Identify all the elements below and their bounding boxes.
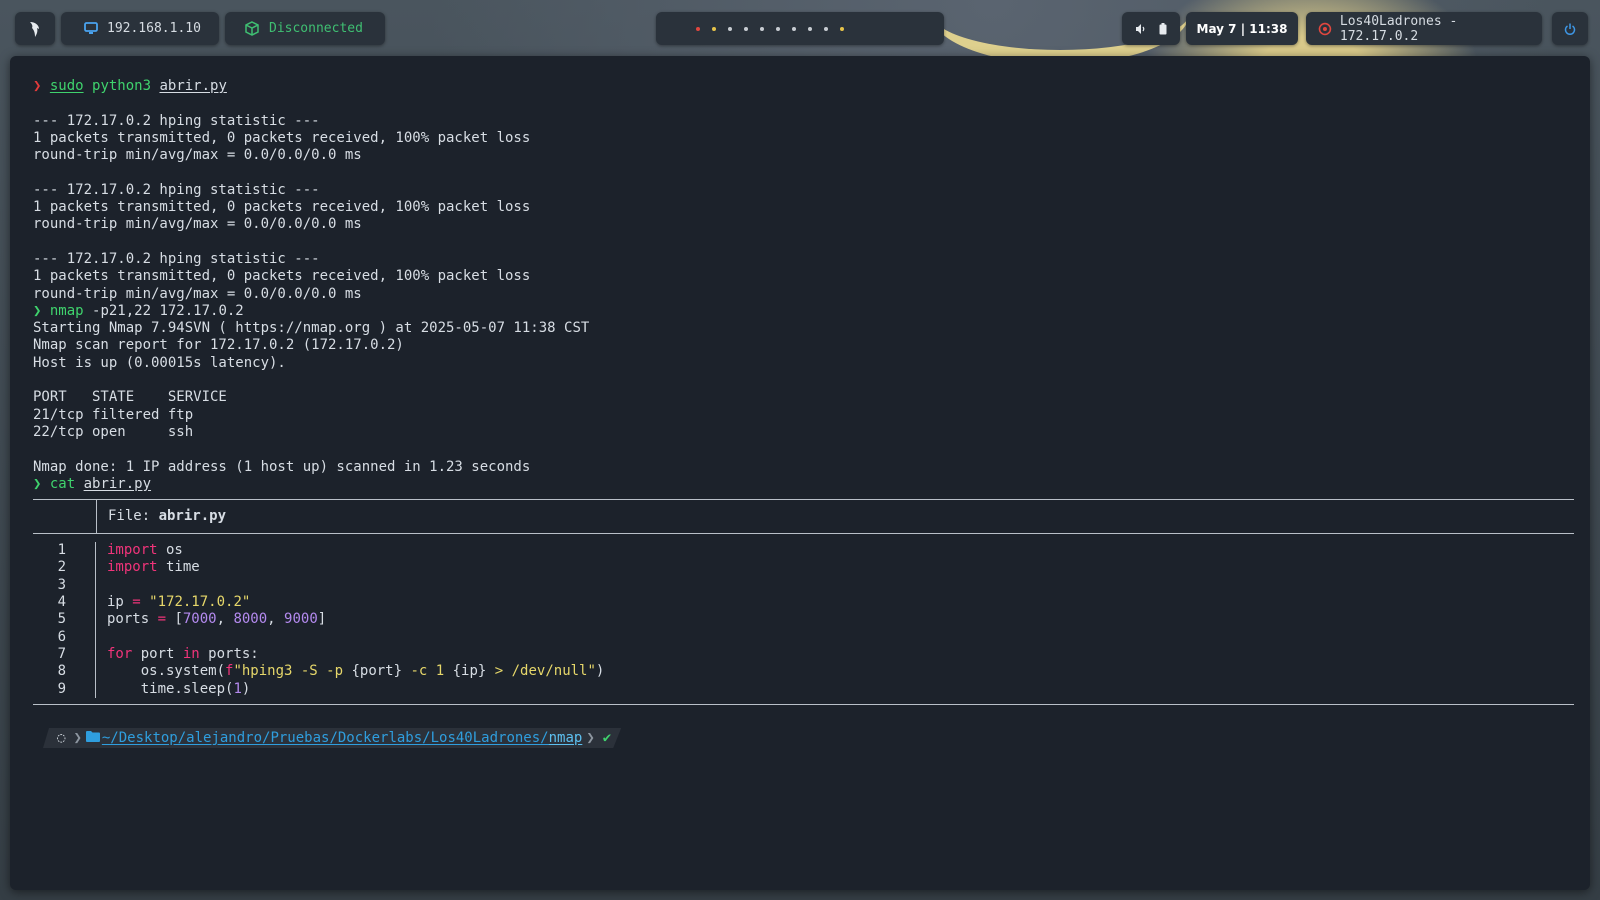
nmap-output-line: 22/tcp open ssh [33,423,194,440]
bat-file-name: abrir.py [158,507,227,524]
workspace-switcher[interactable] [656,12,944,45]
hping-stats: 1 packets transmitted, 0 packets receive… [33,268,531,285]
power-icon [1564,23,1576,35]
hping-header: --- 172.17.0.2 hping statistic --- [33,181,320,198]
code-line: ports = [7000, 8000, 9000] [107,611,327,628]
workspace-dot-8[interactable] [808,26,812,31]
vpn-status: Disconnected [269,21,363,36]
workspace-dot-2[interactable] [712,26,716,31]
line-number: 2 [57,559,66,576]
kali-dragon-icon [30,21,39,37]
chevron-right-icon: ❯ [73,730,82,746]
folder-icon [86,730,100,746]
nmap-output-line: Starting Nmap 7.94SVN ( https://nmap.org… [33,320,590,337]
workspace-dot-9[interactable] [824,26,828,31]
line-number: 5 [57,611,66,628]
hping-header: --- 172.17.0.2 hping statistic --- [33,112,320,129]
vpn-widget[interactable]: Disconnected [225,12,385,45]
hping-header: --- 172.17.0.2 hping statistic --- [33,250,320,267]
command: nmap [49,302,84,319]
code-line: time.sleep(1) [107,680,251,697]
datetime: May 7 | 11:38 [1196,21,1288,36]
code-line: import os [107,542,183,559]
prompt-arrow: ❯ [33,302,50,319]
line-number: 1 [57,542,66,559]
line-number: 6 [57,628,66,645]
line-number: 7 [57,645,66,662]
target-icon [1318,22,1332,35]
code-content: import os import time ip = "172.17.0.2" … [96,542,604,698]
prompt-arrow: ❯ [33,475,50,492]
powerline-prompt: ◌ ❯ ~/Desktop/alejandro/Pruebas/Dockerla… [43,728,621,748]
workspace-dot-1[interactable] [696,26,700,31]
monitor-icon [84,22,98,34]
code-line: ip = "172.17.0.2" [107,594,251,611]
hping-stats: 1 packets transmitted, 0 packets receive… [33,129,531,146]
nmap-output-line [33,372,1568,389]
command-line: ❯ sudo python3 abrir.py [33,78,1568,95]
code-line: import time [107,559,200,576]
workspace-dot-6[interactable] [776,26,780,31]
line-number: 8 [57,663,66,680]
command: sudo [49,78,84,94]
nmap-output-line [33,441,1568,458]
power-button[interactable] [1552,12,1588,45]
cube-icon [245,21,259,36]
current-path: ~/Desktop/alejandro/Pruebas/Dockerlabs/L… [101,730,549,746]
command-arg: abrir.py [83,475,152,492]
nmap-output-line: 21/tcp filtered ftp [33,406,194,423]
line-number: 3 [57,576,66,593]
command-program: python3 [92,78,152,94]
command-line: ❯ cat abrir.py [33,476,1568,493]
nmap-output-line: PORT STATE SERVICE [33,389,227,406]
command-args: -p21,22 172.17.0.2 [92,302,244,319]
system-tray[interactable] [1122,12,1180,45]
nmap-output-line: Nmap done: 1 IP address (1 host up) scan… [33,458,531,475]
command: cat [49,475,76,492]
current-dir: nmap [548,730,583,746]
nmap-output-line: Nmap scan report for 172.17.0.2 (172.17.… [33,337,404,354]
battery-icon[interactable] [1159,22,1167,35]
ip-address: 192.168.1.10 [107,21,201,36]
hping-stats: 1 packets transmitted, 0 packets receive… [33,199,531,216]
bat-file-label: File: [108,507,159,524]
line-number: 9 [57,680,66,697]
line-number: 4 [57,594,66,611]
bat-rule-bottom [33,703,1574,705]
terminal-window[interactable]: ❯ sudo python3 abrir.py --- 172.17.0.2 h… [10,56,1590,890]
workspace-dot-7[interactable] [792,26,796,31]
workspace-dot-3[interactable] [728,26,732,31]
code-line: for port in ports: [107,645,259,662]
launcher-button[interactable] [15,12,55,45]
clock[interactable]: May 7 | 11:38 [1186,12,1298,45]
bat-file-view: File: abrir.py 1 2 3 4 5 6 7 8 9 import … [33,499,1574,705]
hping-rtt: round-trip min/avg/max = 0.0/0.0/0.0 ms [33,147,362,164]
target-label: Los40Ladrones - 172.17.0.2 [1339,13,1458,44]
bat-header: File: abrir.py [33,500,1574,534]
workspace-dot-4[interactable] [744,26,748,31]
hping-rtt: round-trip min/avg/max = 0.0/0.0/0.0 ms [33,216,362,233]
os-icon: ◌ [57,730,66,746]
chevron-right-icon: ❯ [586,730,595,746]
code-line: os.system(f"hping3 -S -p {port} -c 1 {ip… [107,663,605,680]
prompt-arrow-error: ❯ [33,78,50,94]
ip-widget[interactable]: 192.168.1.10 [61,12,219,45]
volume-icon[interactable] [1135,23,1147,35]
target-widget[interactable]: Los40Ladrones - 172.17.0.2 [1306,12,1542,45]
command-line: ❯ nmap -p21,22 172.17.0.2 [33,303,1568,320]
nmap-output-line: Host is up (0.00015s latency). [33,354,286,371]
hping-rtt: round-trip min/avg/max = 0.0/0.0/0.0 ms [33,285,362,302]
workspace-dot-5[interactable] [760,26,764,31]
terminal-output[interactable]: ❯ sudo python3 abrir.py --- 172.17.0.2 h… [33,78,1574,705]
workspace-dot-10[interactable] [840,26,844,31]
bat-body: 1 2 3 4 5 6 7 8 9 import os import time … [33,534,1574,704]
command-arg: abrir.py [159,78,227,94]
line-numbers: 1 2 3 4 5 6 7 8 9 [33,542,96,698]
check-icon: ✔ [602,730,612,746]
